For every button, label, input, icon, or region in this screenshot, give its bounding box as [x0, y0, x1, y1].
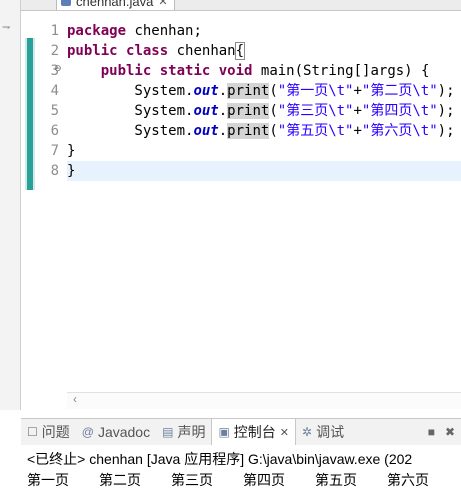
collapse-icon[interactable]: ⇁	[2, 22, 10, 33]
line-number: 6	[50, 123, 59, 139]
keyword: class	[126, 43, 169, 59]
code-text: .	[218, 83, 228, 99]
code-text: );	[437, 123, 455, 139]
field: out	[193, 123, 219, 139]
side-view-strip: ⇁	[0, 0, 21, 410]
line-number: 8	[50, 163, 59, 179]
remove-launch-icon[interactable]: ✖	[445, 425, 455, 439]
code-text: chenhan;	[126, 23, 202, 39]
string-literal: "第六页\t"	[361, 123, 438, 139]
tab-problems[interactable]: ☐ 问题	[21, 419, 76, 445]
terminate-icon[interactable]: ■	[428, 425, 435, 439]
code-text: System.	[67, 83, 194, 99]
line-number: 1	[50, 23, 59, 39]
code-text: main(String[]args) {	[252, 63, 430, 79]
code-line: public static void main(String[]args) {	[67, 61, 461, 81]
code-line: System.out.print("第三页\t"+"第四页\t");	[67, 101, 461, 121]
output-item: 第六页	[387, 472, 429, 488]
tab-declaration[interactable]: ▤ 声明	[156, 419, 211, 445]
code-content[interactable]: package chenhan; public class chenhan{ p…	[67, 21, 461, 181]
java-file-icon	[61, 0, 71, 6]
code-line: package chenhan;	[67, 21, 461, 41]
code-text: }	[67, 143, 76, 159]
ruler-bar	[27, 38, 33, 190]
scroll-left-icon[interactable]: ‹	[73, 392, 77, 406]
tab-label: Javadoc	[97, 424, 151, 440]
close-icon[interactable]: ✕	[280, 426, 289, 439]
code-text: +	[353, 123, 362, 139]
line-number: 7	[50, 143, 59, 159]
code-text: (	[269, 103, 278, 119]
field: out	[193, 103, 219, 119]
editor-tab-strip: chenhan.java ✕	[21, 0, 461, 11]
tab-label: 调试	[316, 424, 345, 440]
current-line: }	[67, 161, 461, 181]
debug-icon: ✲	[302, 425, 313, 439]
code-editor[interactable]: 1 2 3 4 5 6 7 8 ⊖ package chenhan; publi…	[21, 10, 461, 411]
keyword: public	[67, 43, 118, 59]
code-text: (	[269, 83, 278, 99]
code-text: +	[353, 103, 362, 119]
keyword: static	[159, 63, 211, 79]
occurrence-highlight: print	[227, 83, 270, 99]
output-item: 第二页	[99, 472, 141, 488]
code-text: );	[437, 103, 455, 119]
code-text: }	[67, 163, 76, 179]
console-view[interactable]: <已终止> chenhan [Java 应用程序] G:\java\bin\ja…	[21, 445, 461, 493]
tab-debug[interactable]: ✲ 调试	[296, 419, 350, 445]
code-text: );	[437, 83, 455, 99]
string-literal: "第一页\t"	[277, 83, 354, 99]
occurrence-highlight: print	[227, 103, 270, 119]
tab-label: 问题	[41, 424, 70, 440]
tab-label: 控制台	[233, 424, 276, 440]
code-line: }	[67, 141, 461, 161]
string-literal: "第二页\t"	[361, 83, 438, 99]
line-number: 2	[50, 43, 59, 59]
output-item: 第五页	[315, 472, 357, 488]
code-line: System.out.print("第五页\t"+"第六页\t");	[67, 121, 461, 141]
field: out	[193, 83, 219, 99]
occurrence-highlight: print	[227, 123, 270, 139]
tab-javadoc[interactable]: @ Javadoc	[76, 419, 156, 445]
keyword: void	[218, 63, 253, 79]
fold-icon[interactable]: ⊖	[54, 63, 62, 74]
output-item: 第三页	[171, 472, 213, 488]
code-text: System.	[67, 103, 194, 119]
line-number: 5	[50, 103, 59, 119]
problems-icon: ☐	[27, 425, 38, 439]
code-text: .	[218, 103, 228, 119]
bracket-match: {	[234, 42, 246, 60]
console-status: <已终止> chenhan [Java 应用程序] G:\java\bin\ja…	[27, 451, 413, 467]
keyword: public	[100, 63, 152, 79]
at-icon: @	[81, 425, 94, 439]
tab-console[interactable]: ▣ 控制台 ✕	[211, 419, 297, 445]
code-line: System.out.print("第一页\t"+"第二页\t");	[67, 81, 461, 101]
line-number-gutter: 1 2 3 4 5 6 7 8	[35, 21, 65, 181]
code-line: public class chenhan{	[67, 41, 461, 61]
code-text: +	[353, 83, 362, 99]
code-text: (	[269, 123, 278, 139]
change-ruler	[25, 38, 35, 190]
panel-toolbar: ■ ✖	[428, 425, 461, 439]
string-literal: "第五页\t"	[277, 123, 354, 139]
code-text: .	[218, 123, 228, 139]
declaration-icon: ▤	[162, 425, 174, 439]
output-item: 第一页	[27, 472, 69, 488]
keyword: package	[67, 23, 127, 39]
line-number: 4	[50, 83, 59, 99]
console-output: 第一页 第二页 第三页 第四页 第五页 第六页	[27, 470, 459, 490]
editor-tab-label: chenhan.java	[76, 0, 154, 9]
bottom-panel-tabs: ☐ 问题 @ Javadoc ▤ 声明 ▣ 控制台 ✕ ✲ 调试 ■ ✖	[21, 418, 461, 446]
output-item: 第四页	[243, 472, 285, 488]
close-icon[interactable]: ✕	[158, 0, 167, 8]
horizontal-scrollbar[interactable]: ‹	[67, 392, 461, 409]
string-literal: "第四页\t"	[361, 103, 438, 119]
code-text: System.	[67, 123, 194, 139]
string-literal: "第三页\t"	[277, 103, 354, 119]
console-icon: ▣	[218, 425, 230, 439]
tab-label: 声明	[177, 424, 206, 440]
code-text: chenhan	[168, 43, 236, 59]
